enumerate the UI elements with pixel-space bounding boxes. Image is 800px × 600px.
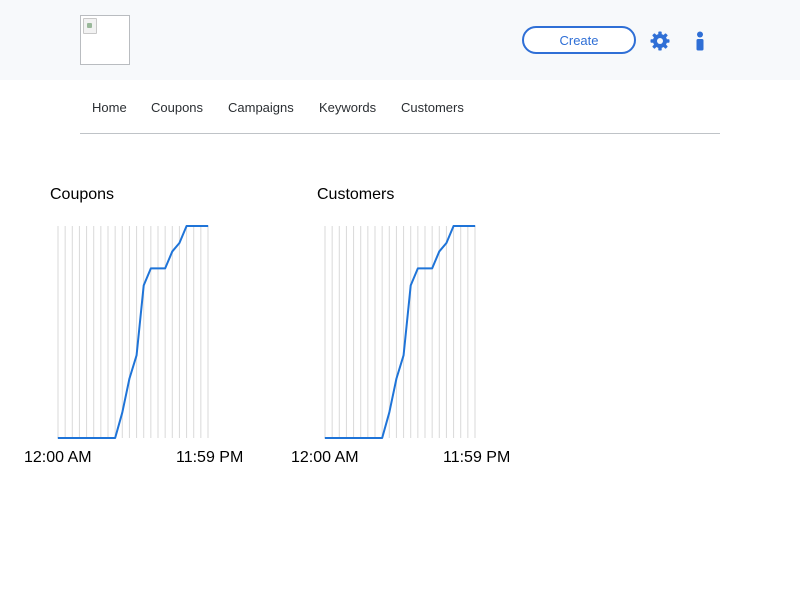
chart-point — [381, 437, 383, 439]
chart-point — [100, 437, 102, 439]
broken-image-icon — [80, 15, 130, 65]
coupons-chart-end-label: 11:59 PM — [176, 449, 244, 466]
chart-point — [128, 378, 130, 380]
chart-point — [467, 225, 469, 227]
chart-point — [360, 437, 362, 439]
top-bar: Create — [0, 0, 800, 80]
chart-point — [424, 267, 426, 269]
chart-point — [114, 437, 116, 439]
chart-series-line — [325, 225, 475, 439]
chart-point — [107, 437, 109, 439]
chart-point — [324, 437, 326, 439]
gear-icon[interactable] — [650, 31, 670, 51]
chart-point — [410, 284, 412, 286]
chart-point — [338, 437, 340, 439]
customers-chart — [324, 225, 476, 439]
chart-point — [71, 437, 73, 439]
chart-point — [345, 437, 347, 439]
customers-chart-start-label: 12:00 AM — [291, 449, 359, 466]
info-icon[interactable] — [694, 31, 706, 51]
chart-point — [374, 437, 376, 439]
nav-item-home[interactable]: Home — [92, 100, 127, 115]
chart-point — [367, 437, 369, 439]
chart-point — [445, 242, 447, 244]
chart-point — [143, 284, 145, 286]
chart-point — [171, 250, 173, 252]
chart-point — [395, 378, 397, 380]
chart-point — [78, 437, 80, 439]
customers-chart-end-label: 11:59 PM — [443, 449, 511, 466]
chart-point — [136, 354, 138, 356]
chart-point — [121, 412, 123, 414]
chart-point — [150, 267, 152, 269]
chart-point — [403, 354, 405, 356]
chart-point — [57, 437, 59, 439]
chart-point — [331, 437, 333, 439]
chart-point — [93, 437, 95, 439]
nav-item-customers[interactable]: Customers — [401, 100, 464, 115]
coupons-chart-start-label: 12:00 AM — [24, 449, 92, 466]
chart-point — [193, 225, 195, 227]
create-button[interactable]: Create — [522, 26, 636, 54]
chart-point — [353, 437, 355, 439]
chart-point — [460, 225, 462, 227]
nav-item-campaigns[interactable]: Campaigns — [228, 100, 294, 115]
chart-point — [474, 225, 476, 227]
main-nav: Home Coupons Campaigns Keywords Customer… — [80, 80, 720, 134]
coupons-chart-title: Coupons — [50, 186, 115, 203]
nav-item-coupons[interactable]: Coupons — [151, 100, 203, 115]
chart-point — [453, 225, 455, 227]
chart-point — [186, 225, 188, 227]
chart-point — [438, 250, 440, 252]
nav-item-keywords[interactable]: Keywords — [319, 100, 376, 115]
chart-series-line — [58, 225, 208, 439]
chart-point — [164, 267, 166, 269]
coupons-chart — [57, 225, 209, 439]
chart-point — [178, 242, 180, 244]
chart-point — [64, 437, 66, 439]
chart-point — [388, 412, 390, 414]
chart-point — [207, 225, 209, 227]
chart-point — [200, 225, 202, 227]
chart-point — [417, 267, 419, 269]
customers-chart-title: Customers — [317, 186, 395, 203]
chart-point — [431, 267, 433, 269]
chart-point — [86, 437, 88, 439]
chart-point — [157, 267, 159, 269]
